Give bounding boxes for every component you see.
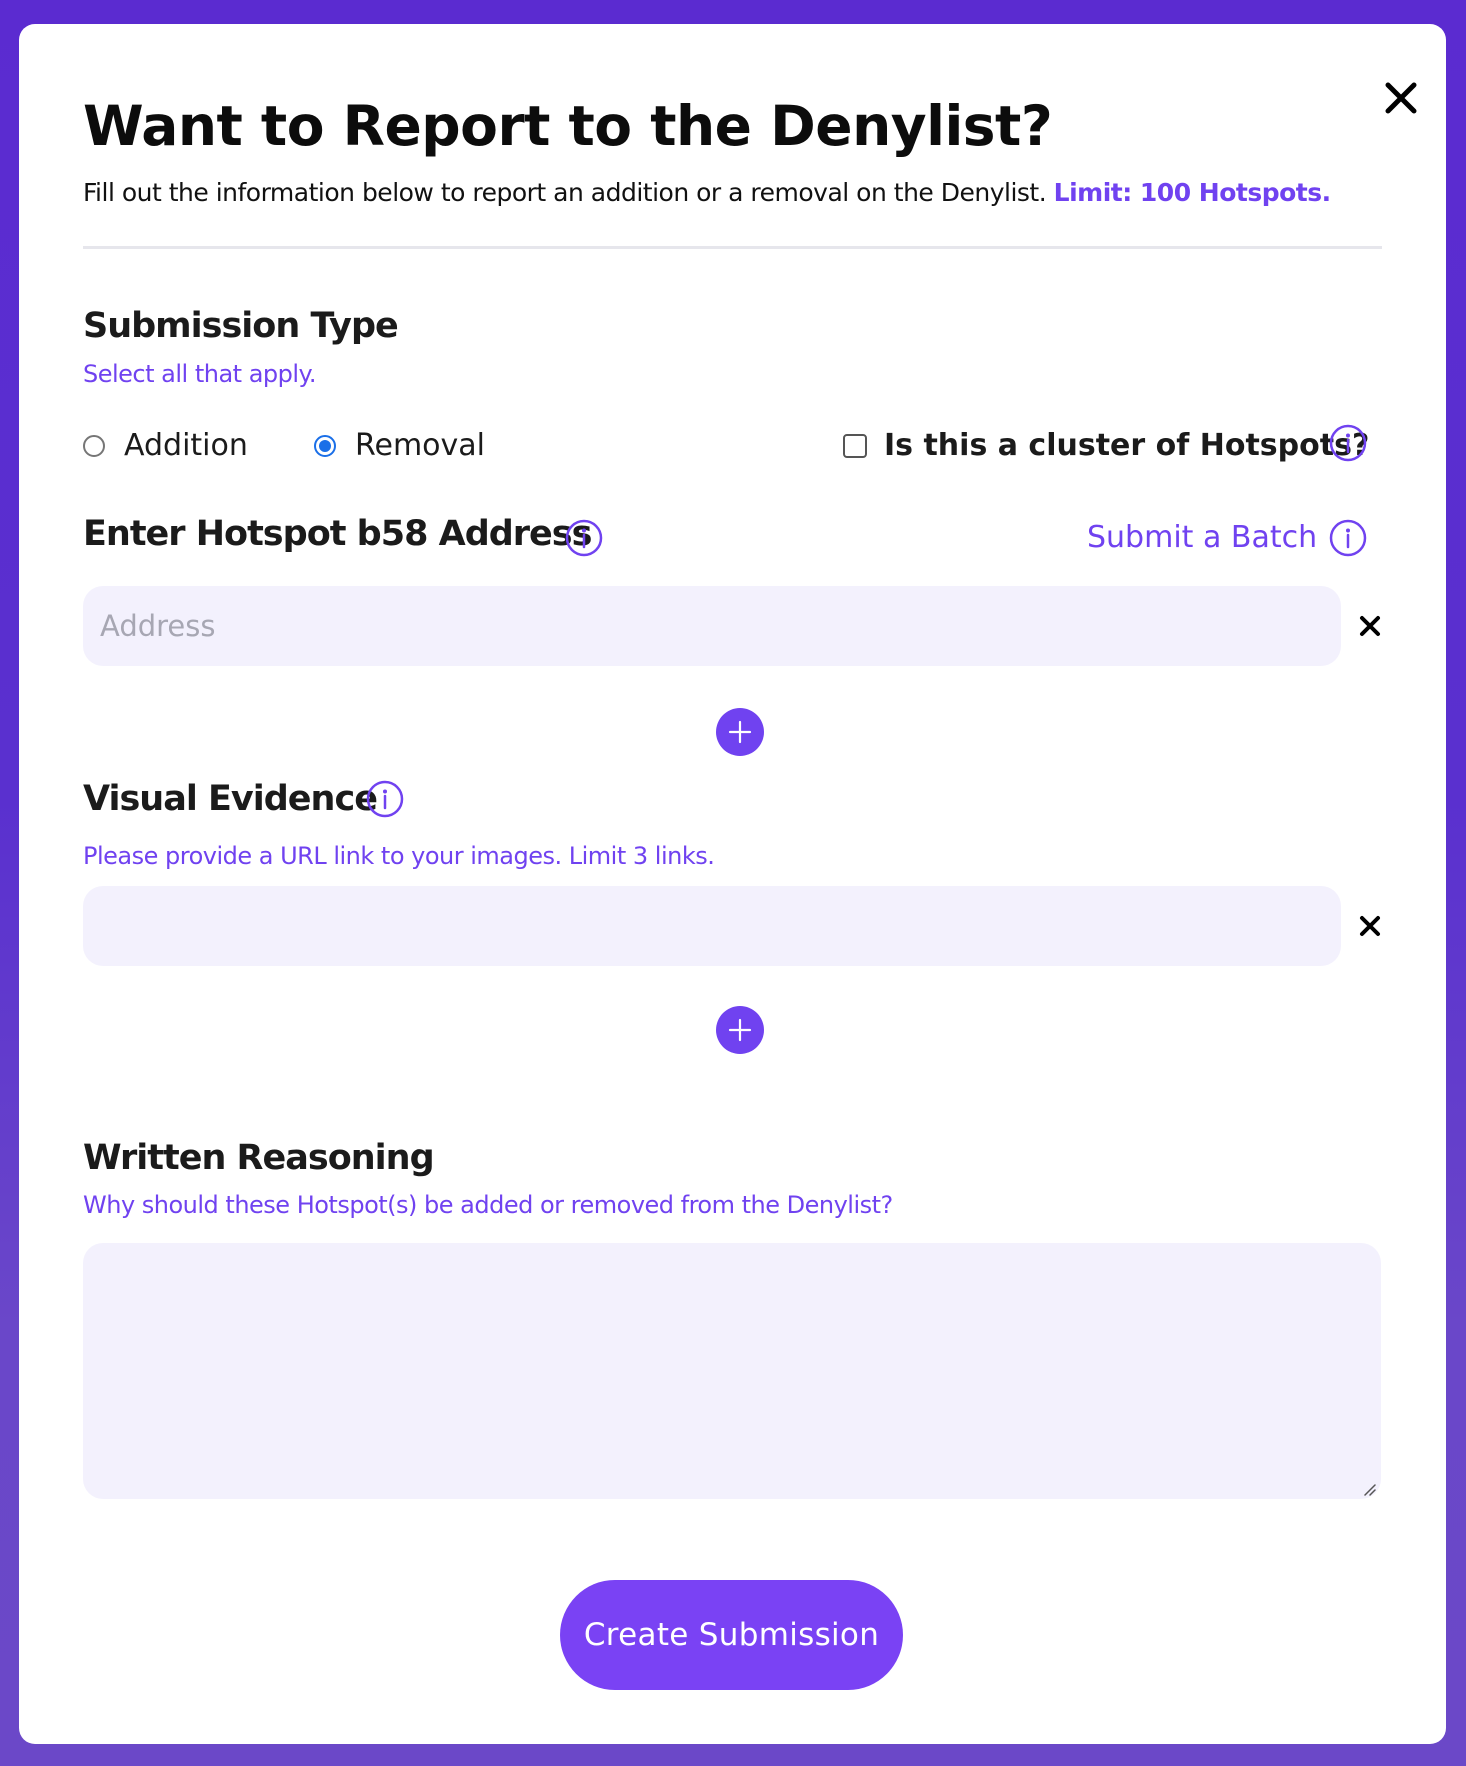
x-icon	[1360, 616, 1380, 636]
radio-addition-circle[interactable]	[83, 434, 105, 457]
submission-type-hint: Select all that apply.	[83, 360, 316, 388]
remove-evidence-button[interactable]	[1350, 906, 1390, 946]
cluster-checkbox-label: Is this a cluster of Hotspots?	[884, 428, 1370, 463]
close-icon	[1385, 82, 1417, 114]
hotspot-limit: Limit: 100 Hotspots.	[1053, 178, 1332, 207]
add-evidence-button[interactable]	[716, 1006, 764, 1054]
evidence-url-input[interactable]	[83, 886, 1341, 966]
address-input[interactable]	[83, 586, 1341, 666]
create-submission-button[interactable]: Create Submission	[560, 1580, 903, 1690]
reasoning-title: Written Reasoning	[83, 1138, 435, 1178]
plus-icon	[728, 1018, 752, 1042]
evidence-hint: Please provide a URL link to your images…	[83, 842, 715, 870]
x-icon	[1360, 916, 1380, 936]
submission-type-title: Submission Type	[83, 306, 399, 346]
reasoning-hint: Why should these Hotspot(s) be added or …	[83, 1191, 893, 1219]
radio-removal-label: Removal	[355, 428, 486, 463]
radio-removal-circle[interactable]	[314, 434, 336, 457]
modal-title: Want to Report to the Denylist?	[83, 94, 1053, 158]
remove-address-button[interactable]	[1350, 606, 1390, 646]
reasoning-textarea[interactable]	[83, 1243, 1381, 1499]
cluster-checkbox-box[interactable]	[843, 433, 867, 458]
header-divider	[83, 246, 1382, 249]
plus-icon	[728, 720, 752, 744]
evidence-info-icon[interactable]	[366, 780, 404, 818]
close-modal-button[interactable]	[1371, 68, 1431, 128]
subtitle-text: Fill out the information below to report…	[83, 178, 1047, 207]
evidence-title: Visual Evidence	[83, 779, 378, 819]
radio-addition[interactable]: Addition	[83, 428, 248, 463]
address-title: Enter Hotspot b58 Address	[83, 514, 592, 554]
submit-batch-link[interactable]: Submit a Batch	[1087, 520, 1317, 555]
resize-grip-icon[interactable]	[1362, 1482, 1376, 1496]
cluster-checkbox[interactable]: Is this a cluster of Hotspots?	[843, 428, 1369, 463]
report-modal: Want to Report to the Denylist? Fill out…	[19, 24, 1446, 1744]
radio-addition-label: Addition	[124, 428, 248, 463]
address-info-icon[interactable]	[565, 519, 603, 557]
add-address-button[interactable]	[716, 708, 764, 756]
batch-info-icon[interactable]	[1329, 519, 1367, 557]
radio-removal[interactable]: Removal	[314, 428, 485, 463]
cluster-info-icon[interactable]	[1329, 424, 1367, 462]
modal-subtitle: Fill out the information below to report…	[83, 178, 1331, 207]
